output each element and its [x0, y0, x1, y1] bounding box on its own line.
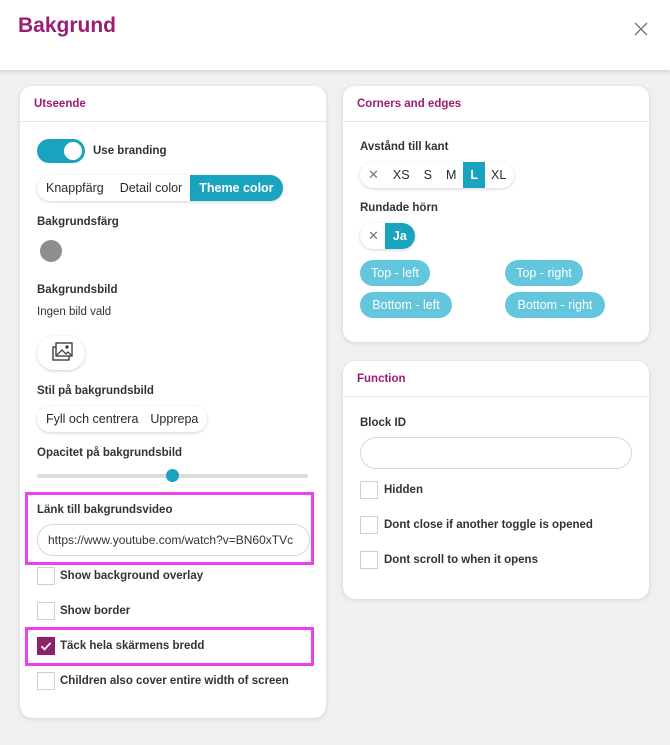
dont-close-label: Dont close if another toggle is opened	[384, 519, 593, 531]
distance-options: ✕ XS S M L XL	[360, 162, 515, 188]
opacity-slider-handle[interactable]	[166, 469, 179, 482]
use-branding-toggle[interactable]	[37, 139, 85, 163]
children-cover-width-checkbox[interactable]	[37, 672, 55, 690]
bg-image-label: Bakgrundsbild	[37, 284, 118, 296]
show-border-checkbox[interactable]	[37, 602, 55, 620]
option-repeat[interactable]: Upprepa	[146, 406, 207, 432]
show-border-label: Show border	[60, 605, 131, 617]
checkmark-icon	[40, 642, 52, 651]
distance-label: Avstånd till kant	[360, 141, 449, 153]
bg-image-value: Ingen bild vald	[37, 306, 112, 318]
hidden-label: Hidden	[384, 484, 423, 496]
video-link-label: Länk till bakgrundsvideo	[37, 504, 173, 516]
tab-knappfarg[interactable]: Knappfärg	[37, 175, 112, 201]
hidden-checkbox[interactable]	[360, 481, 378, 499]
choose-image-button[interactable]	[37, 336, 85, 370]
function-heading: Function	[343, 361, 649, 397]
use-branding-label: Use branding	[93, 145, 167, 157]
bottom-left-button[interactable]: Bottom - left	[360, 292, 452, 318]
toggle-knob	[64, 142, 82, 160]
close-icon[interactable]	[630, 18, 652, 40]
rounded-label: Rundade hörn	[360, 202, 438, 214]
distance-xs[interactable]: XS	[386, 162, 417, 188]
distance-xl[interactable]: XL	[485, 162, 514, 188]
bg-style-options: Fyll och centrera Upprepa	[37, 406, 208, 432]
bg-color-label: Bakgrundsfärg	[37, 216, 119, 228]
top-right-button[interactable]: Top - right	[505, 260, 583, 286]
show-overlay-label: Show background overlay	[60, 570, 204, 582]
distance-none[interactable]: ✕	[360, 162, 386, 188]
dialog-header: Bakgrund	[0, 0, 670, 70]
video-link-input[interactable]: https://www.youtube.com/watch?v=BN60xTVc	[37, 524, 310, 556]
cover-full-width-label: Täck hela skärmens bredd	[60, 640, 205, 652]
block-id-label: Block ID	[360, 417, 407, 429]
dialog-title: Bakgrund	[18, 14, 117, 37]
rounded-none[interactable]: ✕	[360, 223, 385, 249]
corners-heading: Corners and edges	[343, 86, 649, 122]
children-cover-width-label: Children also cover entire width of scre…	[60, 675, 289, 687]
bg-color-swatch[interactable]	[40, 240, 62, 262]
cover-full-width-checkbox[interactable]	[37, 637, 55, 655]
tab-detail-color[interactable]: Detail color	[112, 175, 191, 201]
dont-scroll-checkbox[interactable]	[360, 551, 378, 569]
opacity-label: Opacitet på bakgrundsbild	[37, 447, 183, 459]
top-left-button[interactable]: Top - left	[360, 260, 430, 286]
tab-theme-color[interactable]: Theme color	[190, 175, 283, 201]
rounded-yes[interactable]: Ja	[384, 223, 415, 249]
distance-m[interactable]: M	[439, 162, 463, 188]
rounded-options: ✕ Ja	[360, 223, 415, 249]
distance-s[interactable]: S	[417, 162, 439, 188]
show-overlay-checkbox[interactable]	[37, 567, 55, 585]
color-source-tabs: Knappfärg Detail color Theme color	[37, 175, 283, 201]
distance-l[interactable]: L	[463, 162, 485, 188]
dont-scroll-label: Dont scroll to when it opens	[384, 554, 538, 566]
dont-close-checkbox[interactable]	[360, 516, 378, 534]
appearance-heading: Utseende	[20, 86, 326, 122]
bg-style-label: Stil på bakgrundsbild	[37, 385, 154, 397]
option-fill-center[interactable]: Fyll och centrera	[37, 406, 146, 432]
image-gallery-icon	[52, 342, 73, 361]
bottom-right-button[interactable]: Bottom - right	[505, 292, 605, 318]
block-id-input[interactable]	[360, 437, 632, 469]
